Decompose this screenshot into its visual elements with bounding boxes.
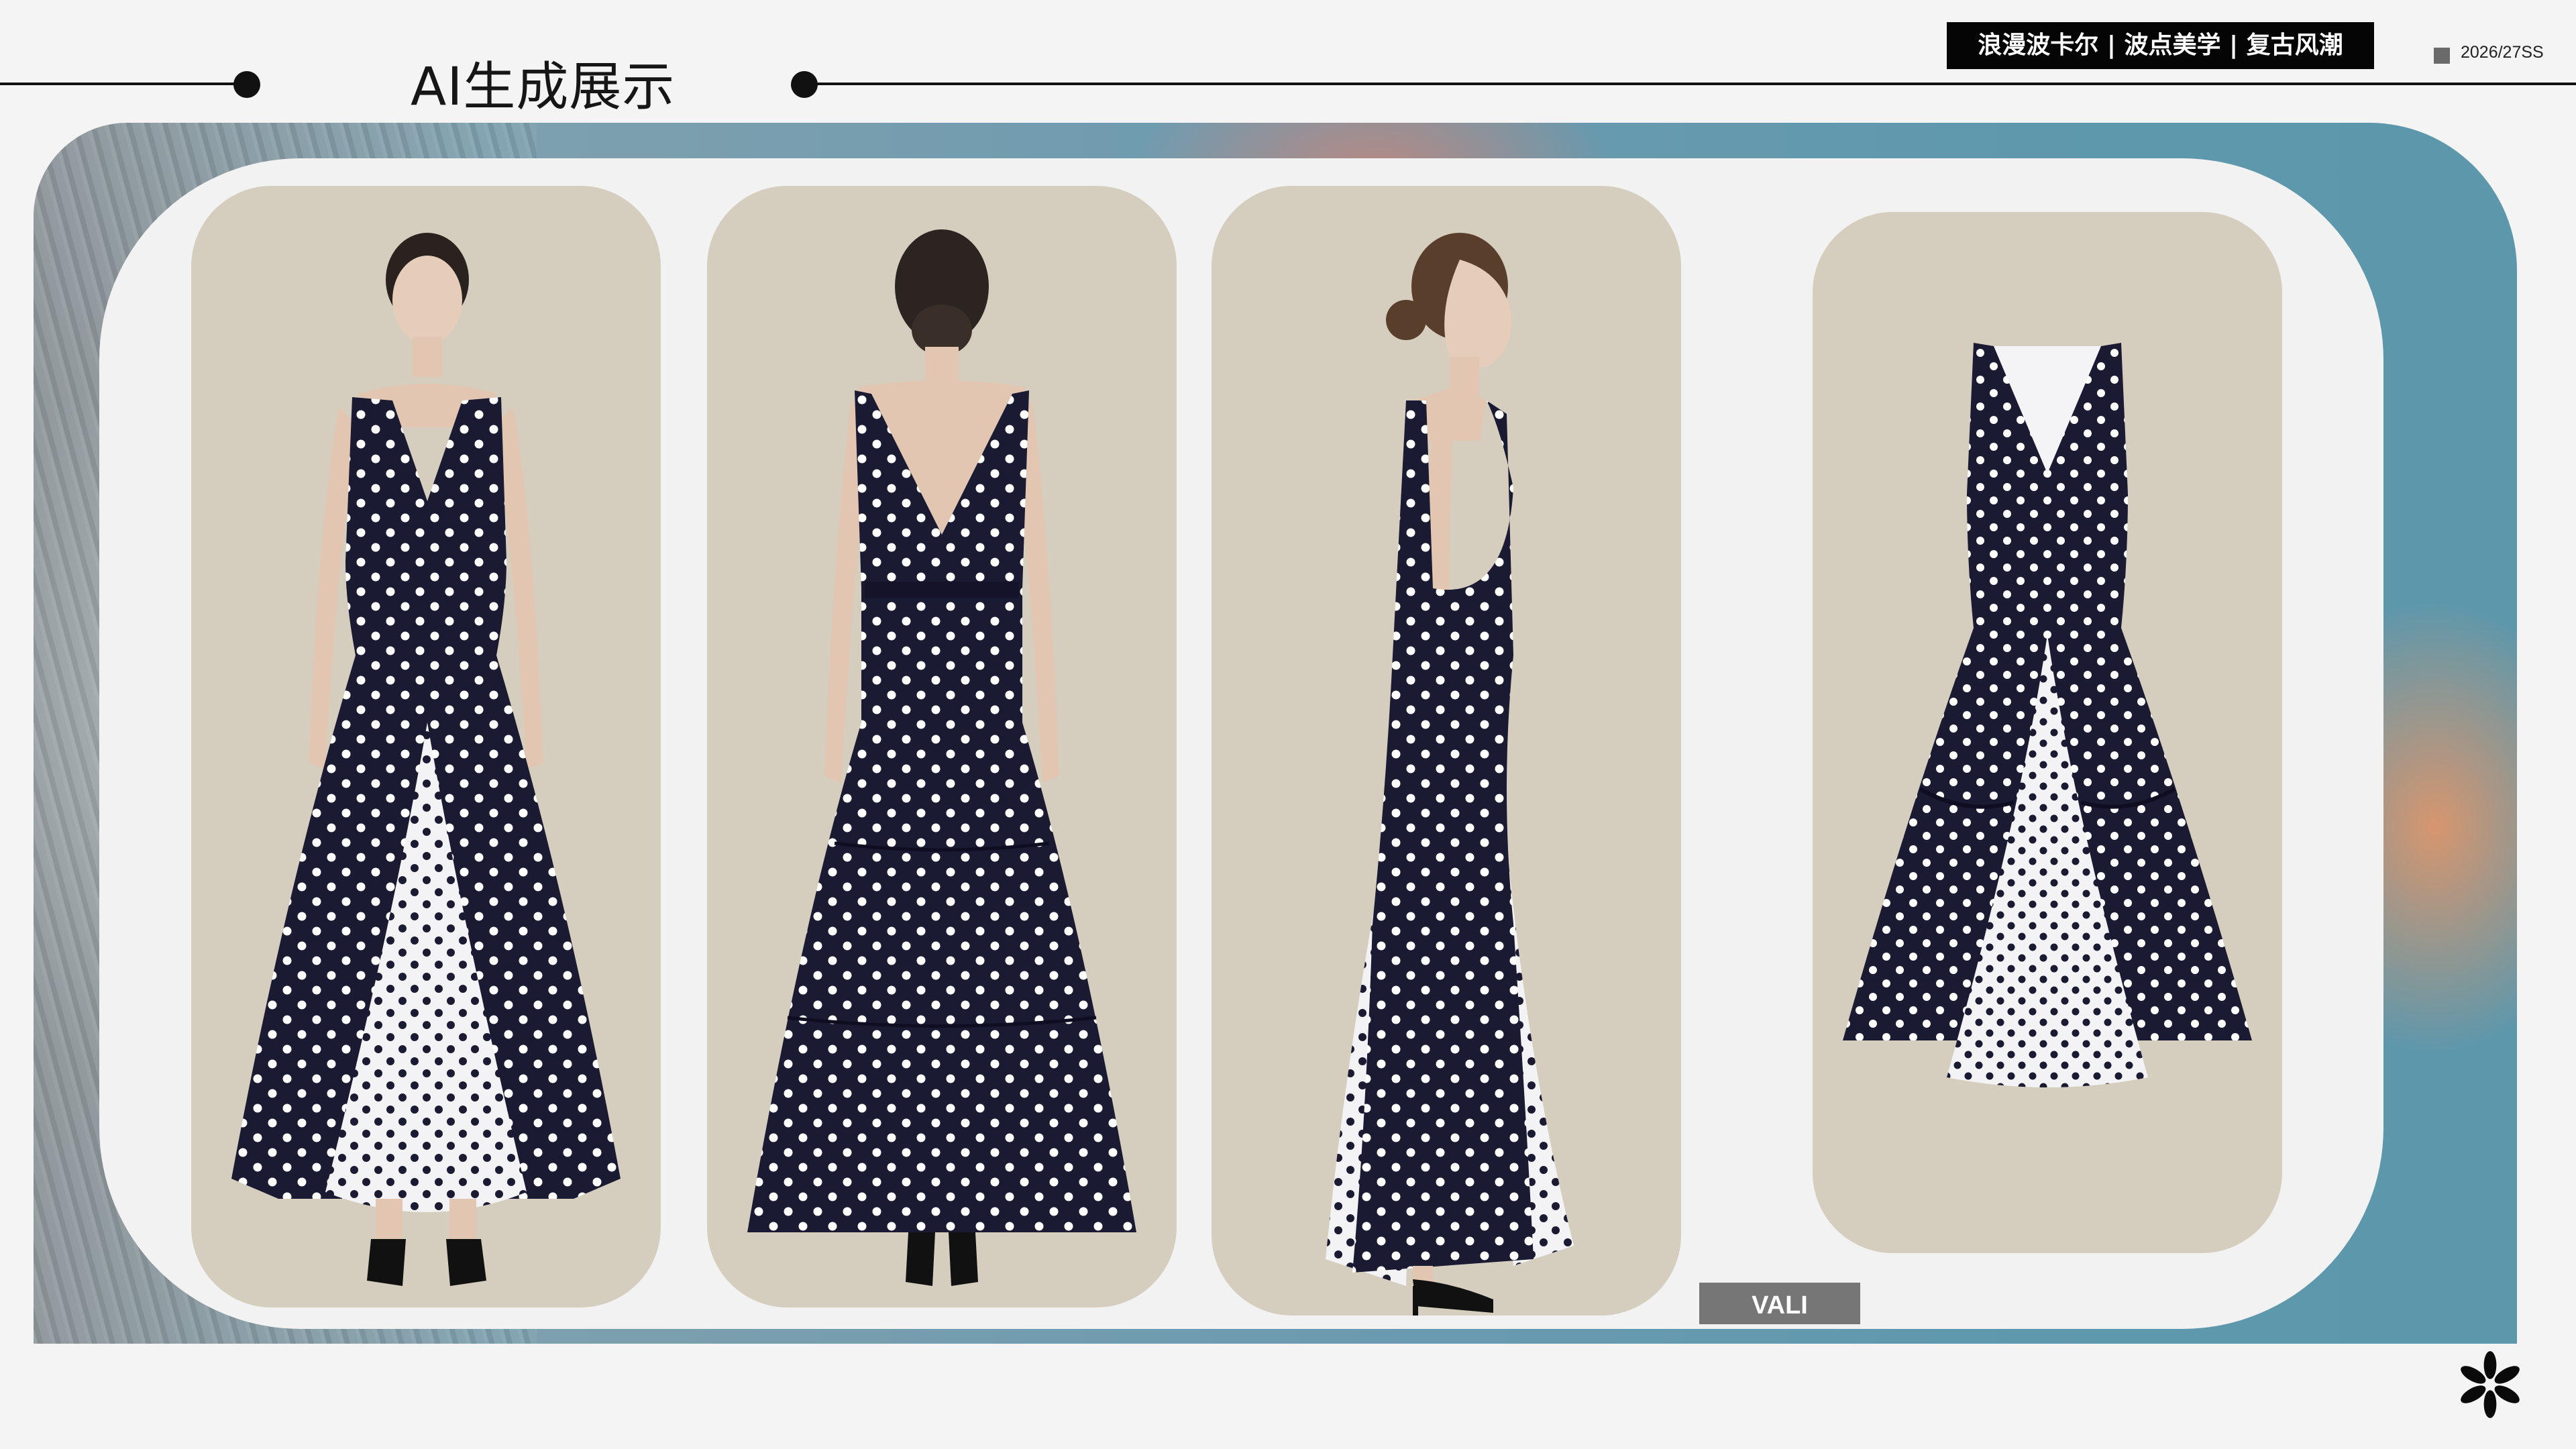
product-card-front[interactable] bbox=[191, 186, 661, 1307]
theme-tagline: 浪漫波卡尔 | 波点美学 | 复古风潮 bbox=[1947, 22, 2374, 69]
header-rule-right bbox=[805, 83, 2576, 85]
header-rule-left bbox=[0, 83, 246, 85]
flat-dress-illustration bbox=[1843, 343, 2252, 1087]
product-card-flat[interactable] bbox=[1813, 212, 2282, 1253]
product-card-back[interactable] bbox=[707, 186, 1177, 1307]
header-dot-left bbox=[233, 71, 260, 98]
presentation-slide: AI生成展示 浪漫波卡尔 | 波点美学 | 复古风潮 2026/27SS VAL… bbox=[0, 0, 2576, 1449]
season-marker-icon bbox=[2434, 48, 2450, 64]
bottom-band bbox=[0, 1344, 2576, 1449]
model-side-illustration bbox=[1326, 233, 1574, 1316]
brand-label: VALI bbox=[1699, 1283, 1860, 1324]
page-title: AI生成展示 bbox=[411, 57, 676, 117]
season-label: 2026/27SS bbox=[2461, 43, 2544, 62]
product-card-side[interactable] bbox=[1212, 186, 1681, 1316]
model-front-illustration bbox=[231, 233, 621, 1286]
brand-logo-icon bbox=[2461, 1351, 2520, 1418]
model-back-illustration bbox=[747, 229, 1136, 1286]
